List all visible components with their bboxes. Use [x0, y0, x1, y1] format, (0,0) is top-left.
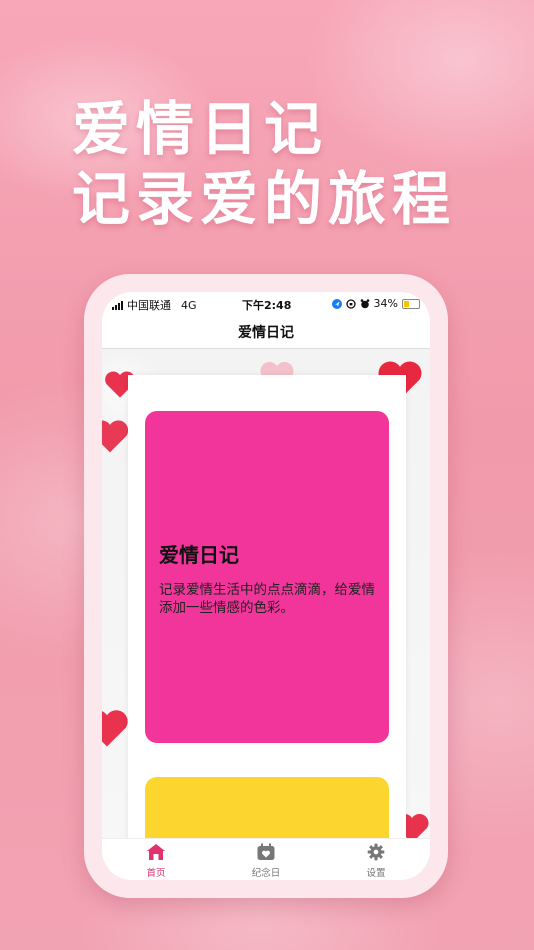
- tab-anniversary[interactable]: 纪念日: [226, 843, 306, 879]
- network-label: 4G: [181, 298, 197, 312]
- alarm-icon: [360, 298, 369, 308]
- carrier-label: 中国联通: [127, 299, 171, 312]
- home-icon: [147, 844, 165, 860]
- location-icon: [331, 298, 342, 309]
- main-content[interactable]: 爱情日记 记录爱情生活中的点点滴滴，给爱情添加一些情感的色彩。: [102, 349, 430, 838]
- gear-icon: [367, 843, 385, 861]
- tab-home[interactable]: 首页: [116, 843, 196, 879]
- nav-bar: 爱情日记: [102, 314, 430, 349]
- status-bar: 中国联通 4G 下午2:48 34%: [102, 292, 430, 314]
- signal-icon: [112, 300, 123, 310]
- calendar-heart-icon: [257, 843, 275, 860]
- second-feature-card[interactable]: [145, 777, 389, 838]
- rotation-lock-icon: [345, 298, 356, 309]
- status-time: 下午2:48: [242, 299, 292, 312]
- feature-card-description: 记录爱情生活中的点点滴滴，给爱情添加一些情感的色彩。: [159, 582, 375, 616]
- battery-icon: [402, 298, 420, 309]
- feature-card-title: 爱情日记: [159, 543, 239, 567]
- tab-anniversary-label: 纪念日: [251, 868, 281, 879]
- battery-percent: 34%: [373, 297, 398, 310]
- tab-settings[interactable]: 设置: [336, 843, 416, 879]
- nav-title: 爱情日记: [238, 325, 294, 341]
- tab-home-label: 首页: [146, 868, 166, 879]
- headline-line-2: 记录爱的旅程: [72, 165, 457, 233]
- tab-bar: 首页 纪念日 设置: [102, 838, 430, 880]
- phone-frame: 中国联通 4G 下午2:48 34% 爱情日记 爱情日记 记录爱情生活中的点点滴…: [84, 274, 448, 898]
- tab-settings-label: 设置: [366, 868, 386, 879]
- phone-screen: 中国联通 4G 下午2:48 34% 爱情日记 爱情日记 记录爱情生活中的点点滴…: [102, 292, 430, 880]
- feature-card-panel: 爱情日记 记录爱情生活中的点点滴滴，给爱情添加一些情感的色彩。: [128, 375, 406, 838]
- diary-feature-card[interactable]: 爱情日记 记录爱情生活中的点点滴滴，给爱情添加一些情感的色彩。: [145, 411, 389, 743]
